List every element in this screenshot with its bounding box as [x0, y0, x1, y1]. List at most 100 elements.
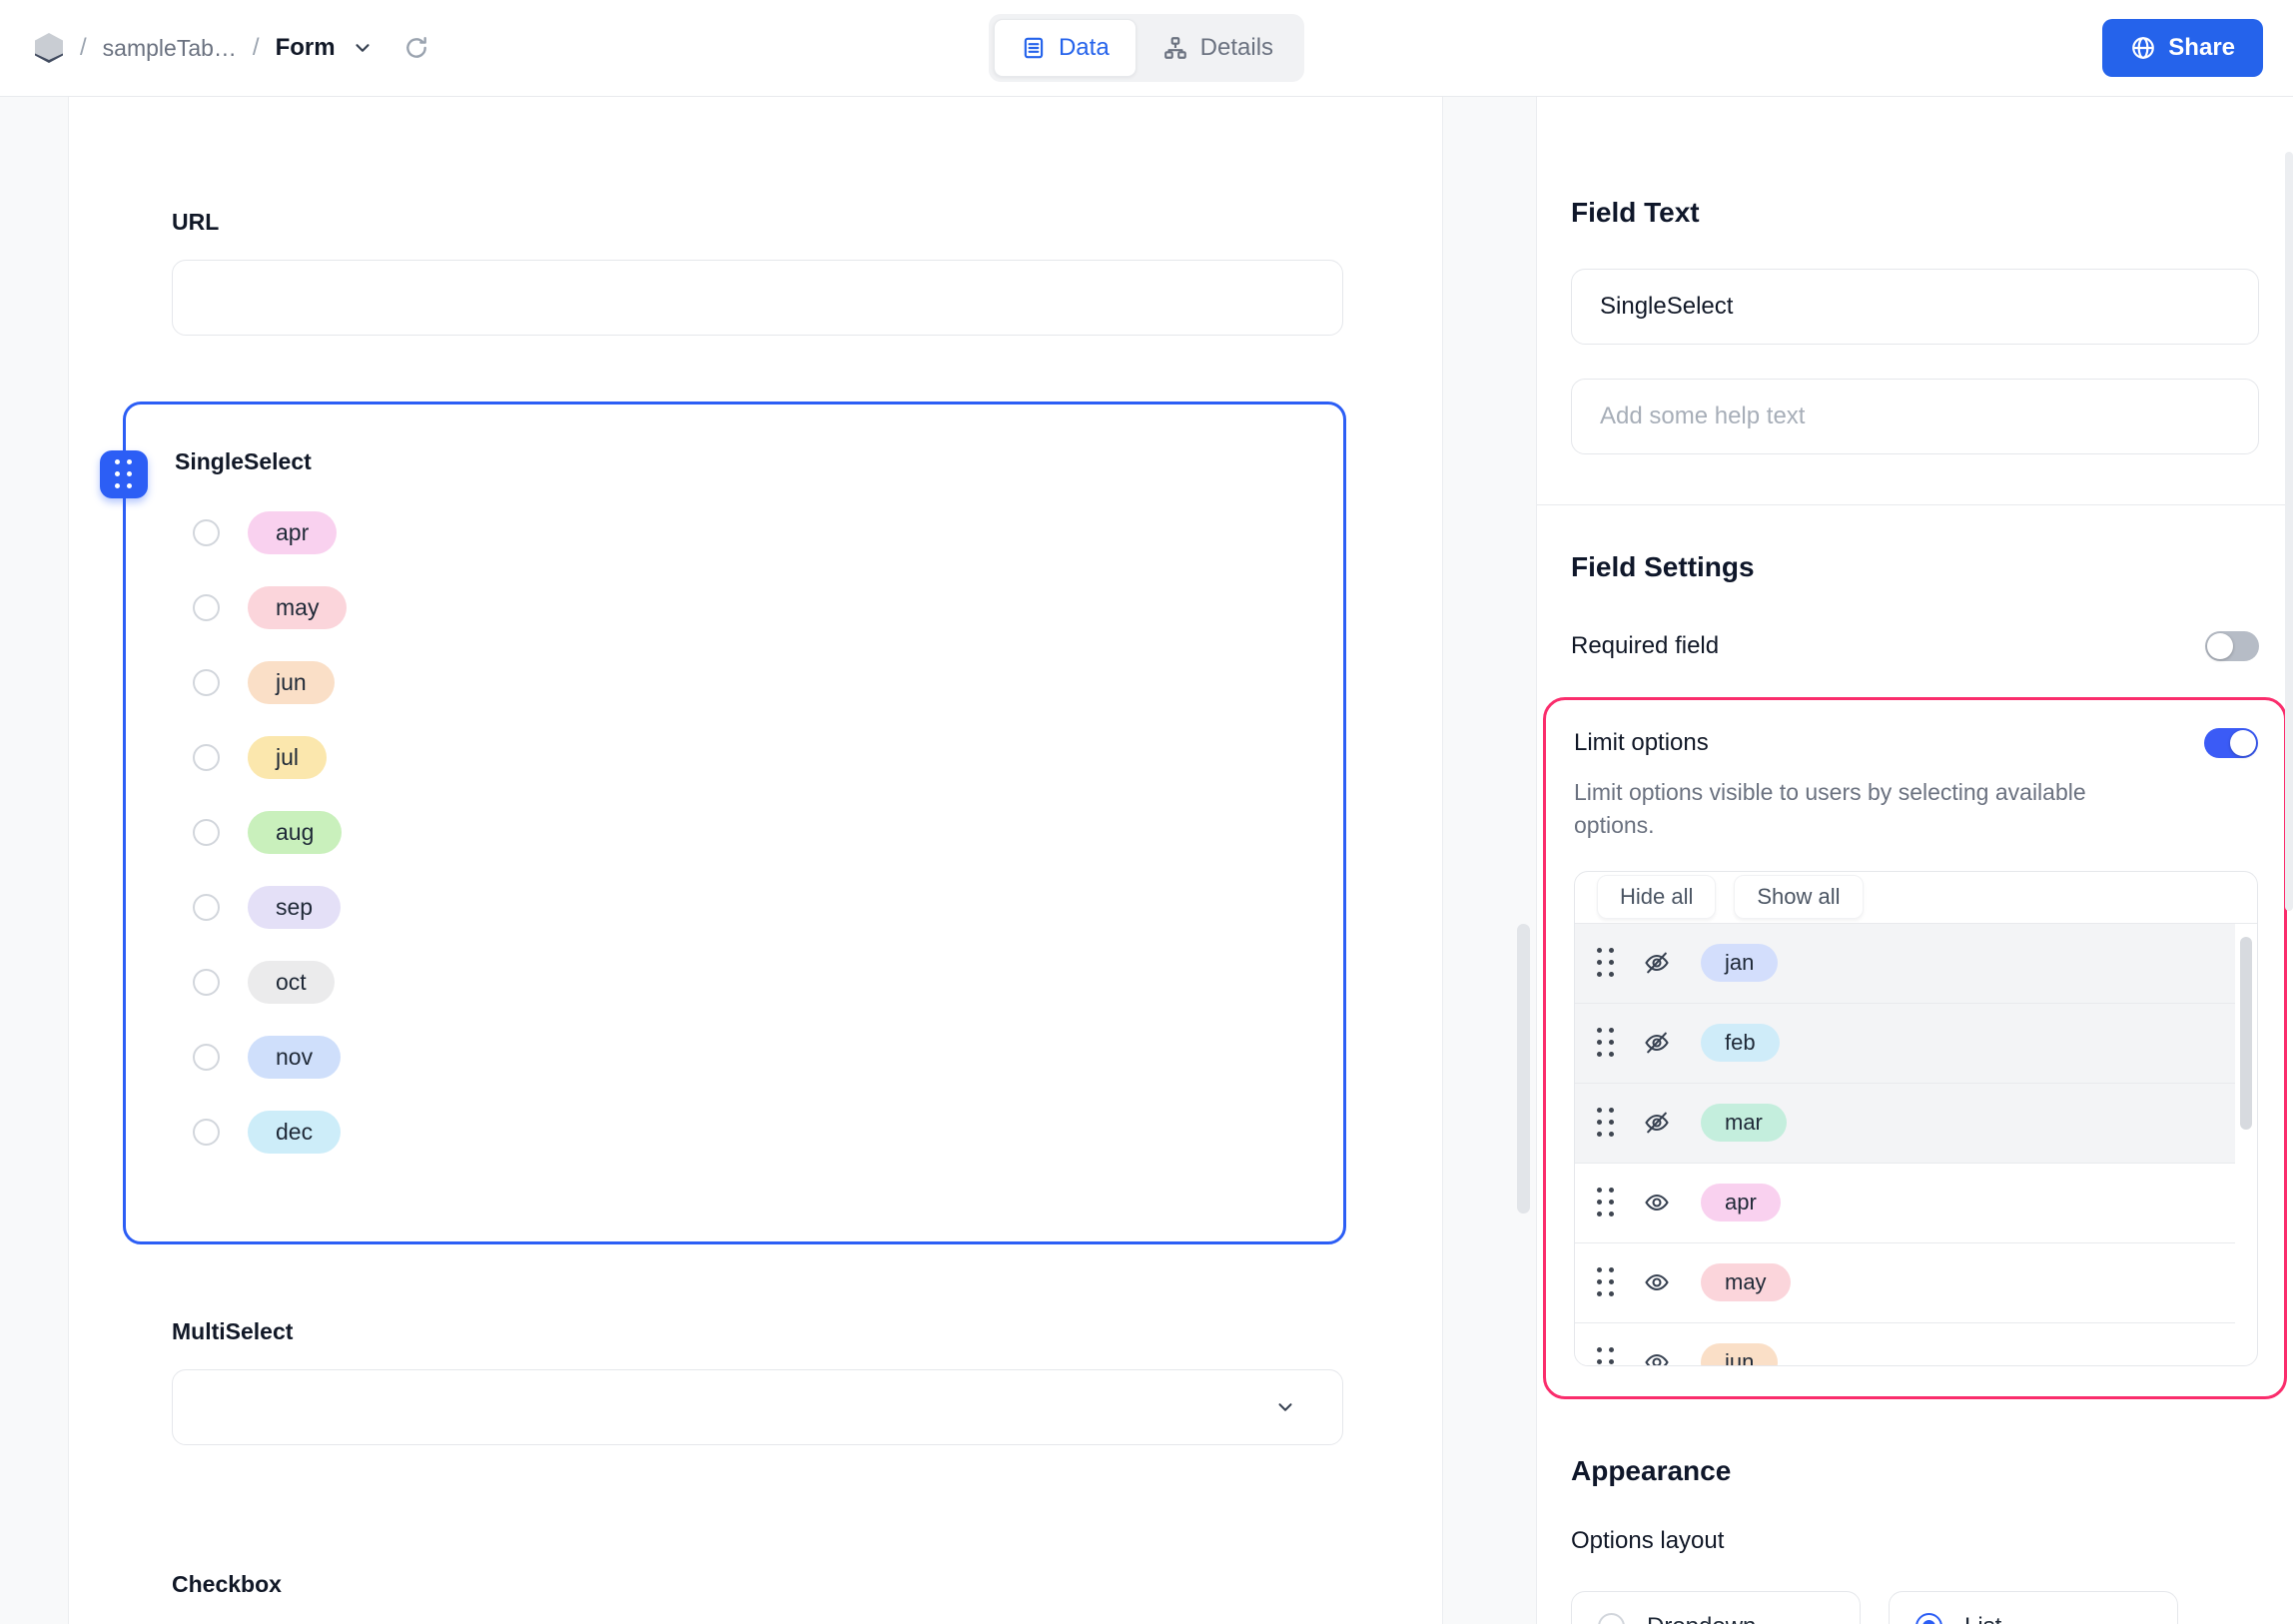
option-row[interactable]: jul — [193, 736, 1303, 779]
option-pill: jan — [1701, 944, 1779, 983]
drag-dots-icon[interactable] — [1597, 1267, 1615, 1297]
option-pill: apr — [248, 511, 338, 554]
eye-off-icon[interactable] — [1643, 949, 1671, 977]
field-name-input[interactable] — [1571, 269, 2259, 345]
canvas-gutter — [1443, 97, 1537, 1624]
multi-select-field: MultiSelect — [172, 1318, 1343, 1445]
limit-options-label: Limit options — [1574, 729, 1709, 756]
refresh-icon[interactable] — [403, 35, 429, 61]
tab-details[interactable]: Details — [1137, 19, 1299, 77]
chevron-down-icon — [1274, 1396, 1296, 1418]
option-row[interactable]: oct — [193, 961, 1303, 1004]
option-pill: dec — [248, 1111, 342, 1154]
field-drag-handle[interactable] — [100, 450, 148, 498]
form-canvas: URL SingleSelect apr may jun jul aug sep… — [69, 97, 1443, 1624]
radio-icon[interactable] — [193, 669, 220, 696]
share-label: Share — [2168, 34, 2235, 61]
globe-icon — [2130, 35, 2156, 61]
breadcrumb-separator: / — [252, 34, 260, 61]
eye-icon[interactable] — [1643, 1348, 1671, 1365]
drag-dots-icon[interactable] — [1597, 1028, 1615, 1058]
panel-scrollbar[interactable] — [2285, 152, 2293, 911]
layout-option-dropdown[interactable]: Dropdown — [1571, 1590, 1861, 1624]
multi-select-label: MultiSelect — [172, 1318, 294, 1344]
limit-options-toggle[interactable] — [2204, 728, 2258, 758]
radio-icon[interactable] — [193, 819, 220, 846]
url-field-label: URL — [172, 209, 220, 235]
field-settings-panel: Field Text Field Settings Required field… — [1537, 97, 2293, 1624]
checkbox-field-label: Checkbox — [172, 1571, 282, 1597]
radio-selected-icon — [1915, 1613, 1942, 1624]
breadcrumb-separator: / — [80, 34, 87, 61]
radio-icon[interactable] — [193, 744, 220, 771]
option-row[interactable]: sep — [193, 886, 1303, 929]
radio-icon — [1598, 1613, 1625, 1624]
radio-icon[interactable] — [193, 1044, 220, 1071]
option-pill: may — [1701, 1263, 1791, 1302]
limit-option-row: jan — [1575, 923, 2235, 1004]
option-row[interactable]: aug — [193, 811, 1303, 854]
limit-options-row: Limit options — [1574, 728, 2258, 758]
option-pill: jun — [248, 661, 335, 704]
limit-options-highlight-box: Limit options Limit options visible to u… — [1543, 697, 2287, 1399]
breadcrumb-view[interactable]: Form — [276, 34, 336, 62]
show-all-button[interactable]: Show all — [1734, 875, 1864, 920]
appearance-heading: Appearance — [1571, 1454, 1732, 1486]
url-input[interactable] — [172, 260, 1343, 336]
eye-icon[interactable] — [1643, 1189, 1671, 1217]
canvas-scrollbar[interactable] — [1517, 924, 1530, 1214]
drag-dots-icon[interactable] — [1597, 948, 1615, 978]
option-row[interactable]: dec — [193, 1111, 1303, 1154]
radio-icon[interactable] — [193, 594, 220, 621]
drag-dots-icon — [115, 459, 133, 489]
single-select-options: apr may jun jul aug sep oct nov dec — [175, 511, 1303, 1154]
url-field: URL — [172, 209, 1343, 336]
eye-off-icon[interactable] — [1643, 1109, 1671, 1137]
drag-dots-icon[interactable] — [1597, 1347, 1615, 1365]
drag-dots-icon[interactable] — [1597, 1188, 1615, 1218]
option-pill: nov — [248, 1036, 342, 1079]
required-field-row: Required field — [1571, 631, 2259, 661]
limit-option-row: mar — [1575, 1083, 2235, 1164]
breadcrumb-table[interactable]: sampleTab… — [103, 35, 237, 62]
required-field-label: Required field — [1571, 632, 1720, 659]
option-row[interactable]: apr — [193, 511, 1303, 554]
left-gutter — [0, 97, 69, 1624]
option-pill: jun — [1701, 1343, 1779, 1365]
single-select-field-card[interactable]: SingleSelect apr may jun jul aug sep oct… — [100, 402, 1346, 1244]
option-pill: may — [248, 586, 348, 629]
field-help-input[interactable] — [1571, 379, 2259, 454]
view-mode-tabs: Data Details — [988, 14, 1305, 82]
eye-off-icon[interactable] — [1643, 1029, 1671, 1057]
breadcrumb: / sampleTab… / Form — [34, 32, 429, 64]
chevron-down-icon[interactable] — [352, 37, 374, 59]
limit-options-description: Limit options visible to users by select… — [1574, 779, 2086, 839]
radio-icon[interactable] — [193, 969, 220, 996]
drag-dots-icon[interactable] — [1597, 1108, 1615, 1138]
panel-divider — [1537, 504, 2293, 505]
share-button[interactable]: Share — [2102, 19, 2263, 77]
radio-icon[interactable] — [193, 1119, 220, 1146]
radio-icon[interactable] — [193, 519, 220, 546]
limit-list-scrollbar[interactable] — [2240, 936, 2252, 1130]
field-text-heading: Field Text — [1571, 197, 1700, 228]
layout-option-label: Dropdown — [1647, 1613, 1756, 1624]
limit-option-row: may — [1575, 1242, 2235, 1323]
eye-icon[interactable] — [1643, 1268, 1671, 1296]
hide-all-button[interactable]: Hide all — [1597, 875, 1717, 920]
app-logo-icon[interactable] — [34, 32, 64, 64]
layout-option-label: List — [1964, 1613, 2001, 1624]
limit-option-row: feb — [1575, 1003, 2235, 1084]
option-row[interactable]: nov — [193, 1036, 1303, 1079]
limit-options-list-header: Hide all Show all — [1575, 872, 2257, 924]
required-field-toggle[interactable] — [2205, 631, 2259, 661]
multi-select-dropdown[interactable] — [172, 1369, 1343, 1445]
layout-option-list[interactable]: List — [1889, 1590, 2178, 1624]
option-row[interactable]: may — [193, 586, 1303, 629]
radio-icon[interactable] — [193, 894, 220, 921]
top-bar: / sampleTab… / Form Data Details Share — [0, 0, 2293, 97]
tab-data[interactable]: Data — [993, 19, 1137, 77]
limit-options-list: Hide all Show all jan feb mar apr may ju… — [1574, 870, 2258, 1366]
option-row[interactable]: jun — [193, 661, 1303, 704]
single-select-label: SingleSelect — [175, 448, 312, 474]
